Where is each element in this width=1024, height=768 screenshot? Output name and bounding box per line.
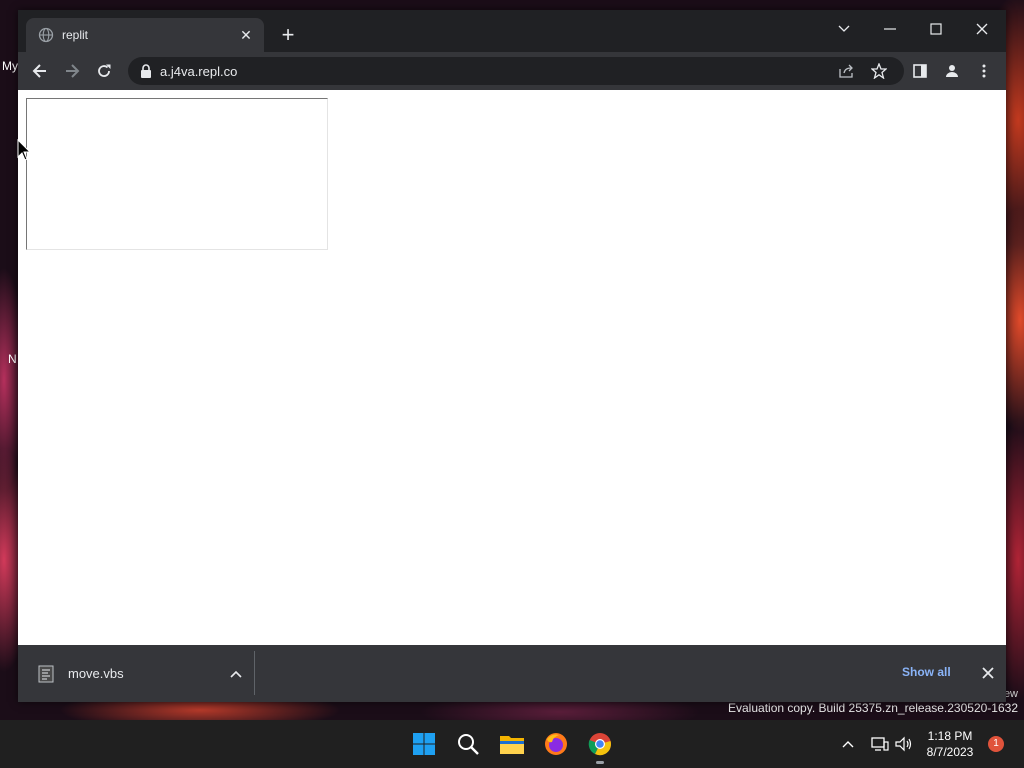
- network-icon[interactable]: [870, 734, 890, 754]
- watermark-tail: ew: [1003, 688, 1018, 700]
- chrome-running-indicator: [596, 761, 604, 764]
- script-file-icon: [38, 665, 54, 682]
- tab-strip: replit ✕ +: [18, 10, 1006, 52]
- clock-time: 1:18 PM: [927, 729, 973, 743]
- tab-title: replit: [62, 28, 89, 42]
- system-clock[interactable]: 1:18 PM 8/7/2023: [916, 728, 984, 760]
- start-icon[interactable]: [408, 728, 440, 760]
- arrow-left-icon: [32, 64, 46, 78]
- tab-close-icon[interactable]: ✕: [236, 27, 256, 44]
- close-download-shelf-icon[interactable]: [978, 663, 998, 683]
- maximize-button[interactable]: [918, 16, 954, 42]
- evaluation-watermark: Evaluation copy. Build 25375.zn_release.…: [728, 701, 1018, 715]
- globe-icon: [38, 27, 54, 43]
- firefox-icon[interactable]: [540, 728, 572, 760]
- bookmark-star-icon[interactable]: [870, 62, 888, 80]
- address-url: a.j4va.repl.co: [160, 64, 238, 79]
- side-panel-icon[interactable]: [908, 59, 932, 83]
- tab-search-icon[interactable]: [826, 16, 862, 42]
- volume-icon[interactable]: [894, 734, 914, 754]
- share-icon[interactable]: [838, 62, 856, 80]
- search-icon[interactable]: [452, 728, 484, 760]
- forward-button[interactable]: [60, 59, 84, 83]
- chevron-up-icon[interactable]: [226, 664, 246, 684]
- close-window-button[interactable]: [964, 16, 1000, 42]
- show-all-button[interactable]: Show all: [902, 665, 951, 679]
- profile-icon[interactable]: [940, 59, 964, 83]
- download-filename: move.vbs: [68, 666, 124, 681]
- file-explorer-icon[interactable]: [496, 728, 528, 760]
- menu-kebab-icon[interactable]: [972, 59, 996, 83]
- chrome-icon[interactable]: [584, 728, 616, 760]
- reload-icon: [98, 64, 111, 77]
- clock-date: 8/7/2023: [926, 745, 974, 759]
- browser-toolbar: a.j4va.repl.co: [18, 52, 1006, 90]
- mouse-cursor-icon: [17, 139, 31, 161]
- page-content: [18, 90, 1006, 645]
- taskbar: 1:18 PM 8/7/2023 1: [0, 720, 1024, 768]
- arrow-right-icon: [66, 64, 80, 78]
- tab-replit[interactable]: replit ✕: [26, 18, 264, 52]
- download-shelf: move.vbs Show all: [18, 645, 1006, 702]
- embedded-frame[interactable]: [26, 98, 328, 250]
- notification-badge[interactable]: 1: [988, 736, 1004, 752]
- desktop-icon-label-n[interactable]: N: [8, 352, 17, 366]
- download-divider: [254, 651, 255, 695]
- chevron-up-icon[interactable]: [838, 734, 858, 754]
- download-item[interactable]: move.vbs: [18, 645, 254, 702]
- lock-icon[interactable]: [140, 64, 152, 78]
- new-tab-button[interactable]: +: [276, 24, 300, 48]
- reload-button[interactable]: [92, 59, 116, 83]
- desktop-icon-label-my[interactable]: My: [2, 59, 18, 73]
- browser-window: replit ✕ + a.j4va.repl.co move.vbs Show …: [18, 10, 1006, 702]
- address-bar[interactable]: a.j4va.repl.co: [128, 57, 904, 85]
- minimize-button[interactable]: [872, 16, 908, 42]
- back-button[interactable]: [28, 59, 52, 83]
